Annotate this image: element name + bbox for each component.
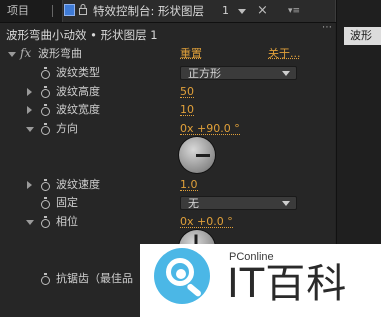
reset-button[interactable]: 重置 bbox=[180, 45, 202, 63]
property-label: 相位 bbox=[56, 215, 78, 228]
select-value: 正方形 bbox=[188, 67, 221, 80]
about-button[interactable]: 关于... bbox=[268, 45, 301, 63]
wave-width-value[interactable]: 10 bbox=[180, 101, 194, 116]
phase-value[interactable]: 0x +0.0 ° bbox=[180, 213, 233, 228]
property-row-wave-speed: 波纹速度 1.0 bbox=[0, 176, 335, 194]
lock-icon[interactable] bbox=[79, 4, 87, 15]
chevron-down-icon bbox=[282, 201, 290, 206]
property-label: 波纹高度 bbox=[56, 85, 100, 98]
expand-icon[interactable] bbox=[27, 106, 32, 114]
stopwatch-icon[interactable] bbox=[41, 104, 50, 116]
property-label: 波纹宽度 bbox=[56, 103, 100, 116]
property-label: 方向 bbox=[56, 122, 78, 135]
select-value: 无 bbox=[188, 197, 199, 210]
magnifier-center bbox=[176, 269, 186, 279]
direction-dial[interactable] bbox=[179, 137, 215, 173]
collapse-icon[interactable] bbox=[26, 220, 34, 225]
collapse-effect-icon[interactable] bbox=[8, 52, 16, 57]
direction-value[interactable]: 0x +90.0 ° bbox=[180, 120, 240, 135]
tab-composition[interactable]: 波形 bbox=[344, 27, 381, 45]
property-label: 抗锯齿（最佳品 bbox=[56, 272, 133, 285]
wave-height-value[interactable]: 50 bbox=[180, 83, 194, 98]
effect-header-row[interactable]: fx 波形弯曲 重置 关于... bbox=[0, 45, 335, 63]
pinning-select[interactable]: 无 bbox=[180, 196, 297, 210]
effect-name: 波形弯曲 bbox=[38, 47, 82, 60]
property-row-wave-type: 波纹类型 正方形 bbox=[0, 64, 335, 82]
panel-grip-icon: ⋯ bbox=[322, 22, 332, 33]
wave-type-select[interactable]: 正方形 bbox=[180, 66, 297, 80]
stopwatch-icon[interactable] bbox=[41, 179, 50, 191]
stopwatch-icon[interactable] bbox=[41, 197, 50, 209]
collapse-icon[interactable] bbox=[26, 127, 34, 132]
tab-separator bbox=[52, 5, 53, 17]
wave-speed-value[interactable]: 1.0 bbox=[180, 176, 198, 191]
property-row-wave-width: 波纹宽度 10 bbox=[0, 101, 335, 119]
layer-dropdown-icon[interactable] bbox=[238, 9, 246, 14]
stopwatch-icon[interactable] bbox=[41, 273, 50, 285]
stopwatch-icon[interactable] bbox=[41, 67, 50, 79]
property-row-direction: 方向 0x +90.0 ° bbox=[0, 120, 335, 138]
tab-project[interactable]: 项目 bbox=[0, 0, 53, 22]
panel-color-icon bbox=[64, 4, 75, 16]
dial-needle bbox=[196, 154, 210, 157]
property-label: 波纹速度 bbox=[56, 178, 100, 191]
expand-icon[interactable] bbox=[27, 181, 32, 189]
layer-number: 1 bbox=[222, 4, 229, 17]
close-icon[interactable]: × bbox=[257, 0, 268, 22]
breadcrumb: 波形弯曲小动效 • 形状图层 1 bbox=[6, 28, 158, 42]
tab-title: 特效控制台: 形状图层 bbox=[93, 4, 205, 18]
property-row-phase: 相位 0x +0.0 ° bbox=[0, 213, 335, 231]
property-label: 固定 bbox=[56, 196, 78, 209]
property-row-wave-height: 波纹高度 50 bbox=[0, 83, 335, 101]
expand-icon[interactable] bbox=[27, 88, 32, 96]
property-label: 波纹类型 bbox=[56, 66, 100, 79]
chevron-down-icon bbox=[282, 71, 290, 76]
stopwatch-icon[interactable] bbox=[41, 216, 50, 228]
stopwatch-icon[interactable] bbox=[41, 86, 50, 98]
fx-icon[interactable]: fx bbox=[20, 46, 31, 60]
property-row-pinning: 固定 无 bbox=[0, 194, 335, 212]
watermark-big-text: IT百科 bbox=[227, 261, 348, 307]
panel-menu-icon[interactable]: ▾≡ bbox=[288, 5, 302, 17]
stopwatch-icon[interactable] bbox=[41, 123, 50, 135]
